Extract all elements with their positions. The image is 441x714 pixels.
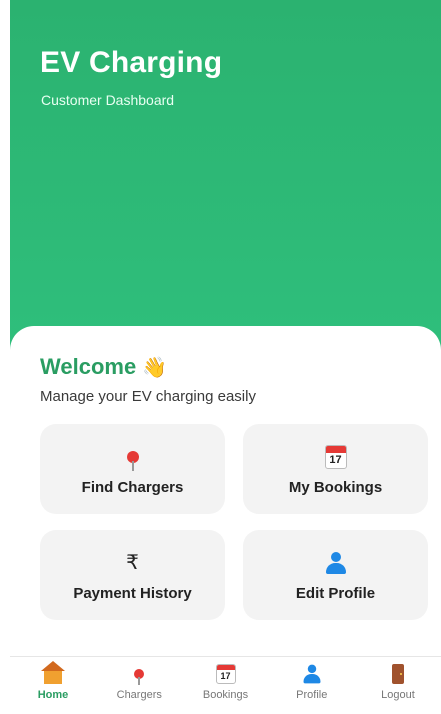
map-pin-icon [134,663,145,685]
map-pin-icon [126,443,139,471]
app-title: EV Charging [40,46,223,79]
nav-label-home: Home [37,689,69,701]
payment-history-label: Payment History [73,584,192,602]
rupee-icon: ₹ [126,549,139,577]
welcome-heading: Welcome 👋 [40,354,167,380]
calendar-icon: 17 [215,663,236,685]
header-banner: EV Charging Customer Dashboard [10,0,441,360]
user-icon [325,549,347,577]
user-icon [301,663,323,685]
payment-history-button[interactable]: ₹ Payment History [40,530,225,620]
app-subtitle: Customer Dashboard [41,92,175,108]
welcome-tagline: Manage your EV charging easily [40,388,256,405]
my-bookings-button[interactable]: 17 My Bookings [243,424,428,514]
nav-item-bookings[interactable]: 17 Bookings [189,657,263,714]
my-bookings-label: My Bookings [288,478,383,496]
rupee-symbol: ₹ [126,551,139,574]
calendar-day: 17 [220,671,231,681]
nav-label-profile: Profile [296,689,328,701]
door-icon [392,663,404,685]
edit-profile-button[interactable]: Edit Profile [243,530,428,620]
welcome-text: Welcome [40,354,137,379]
bottom-nav: Home Chargers 17 Bookings Profile Logout [10,656,441,714]
edit-profile-label: Edit Profile [295,584,376,602]
nav-item-logout[interactable]: Logout [361,657,435,714]
home-icon [41,661,65,685]
calendar-day: 17 [329,453,342,466]
find-chargers-button[interactable]: Find Chargers [40,424,225,514]
nav-label-logout: Logout [381,689,415,701]
calendar-icon: 17 [324,443,347,471]
waving-hand-icon: 👋 [142,357,168,379]
app-screen: EV Charging Customer Dashboard Welcome 👋… [10,0,441,714]
nav-item-chargers[interactable]: Chargers [102,657,176,714]
nav-label-chargers: Chargers [116,689,162,701]
nav-item-home[interactable]: Home [16,657,90,714]
find-chargers-label: Find Chargers [81,478,184,496]
nav-label-bookings: Bookings [202,689,249,701]
nav-item-profile[interactable]: Profile [275,657,349,714]
